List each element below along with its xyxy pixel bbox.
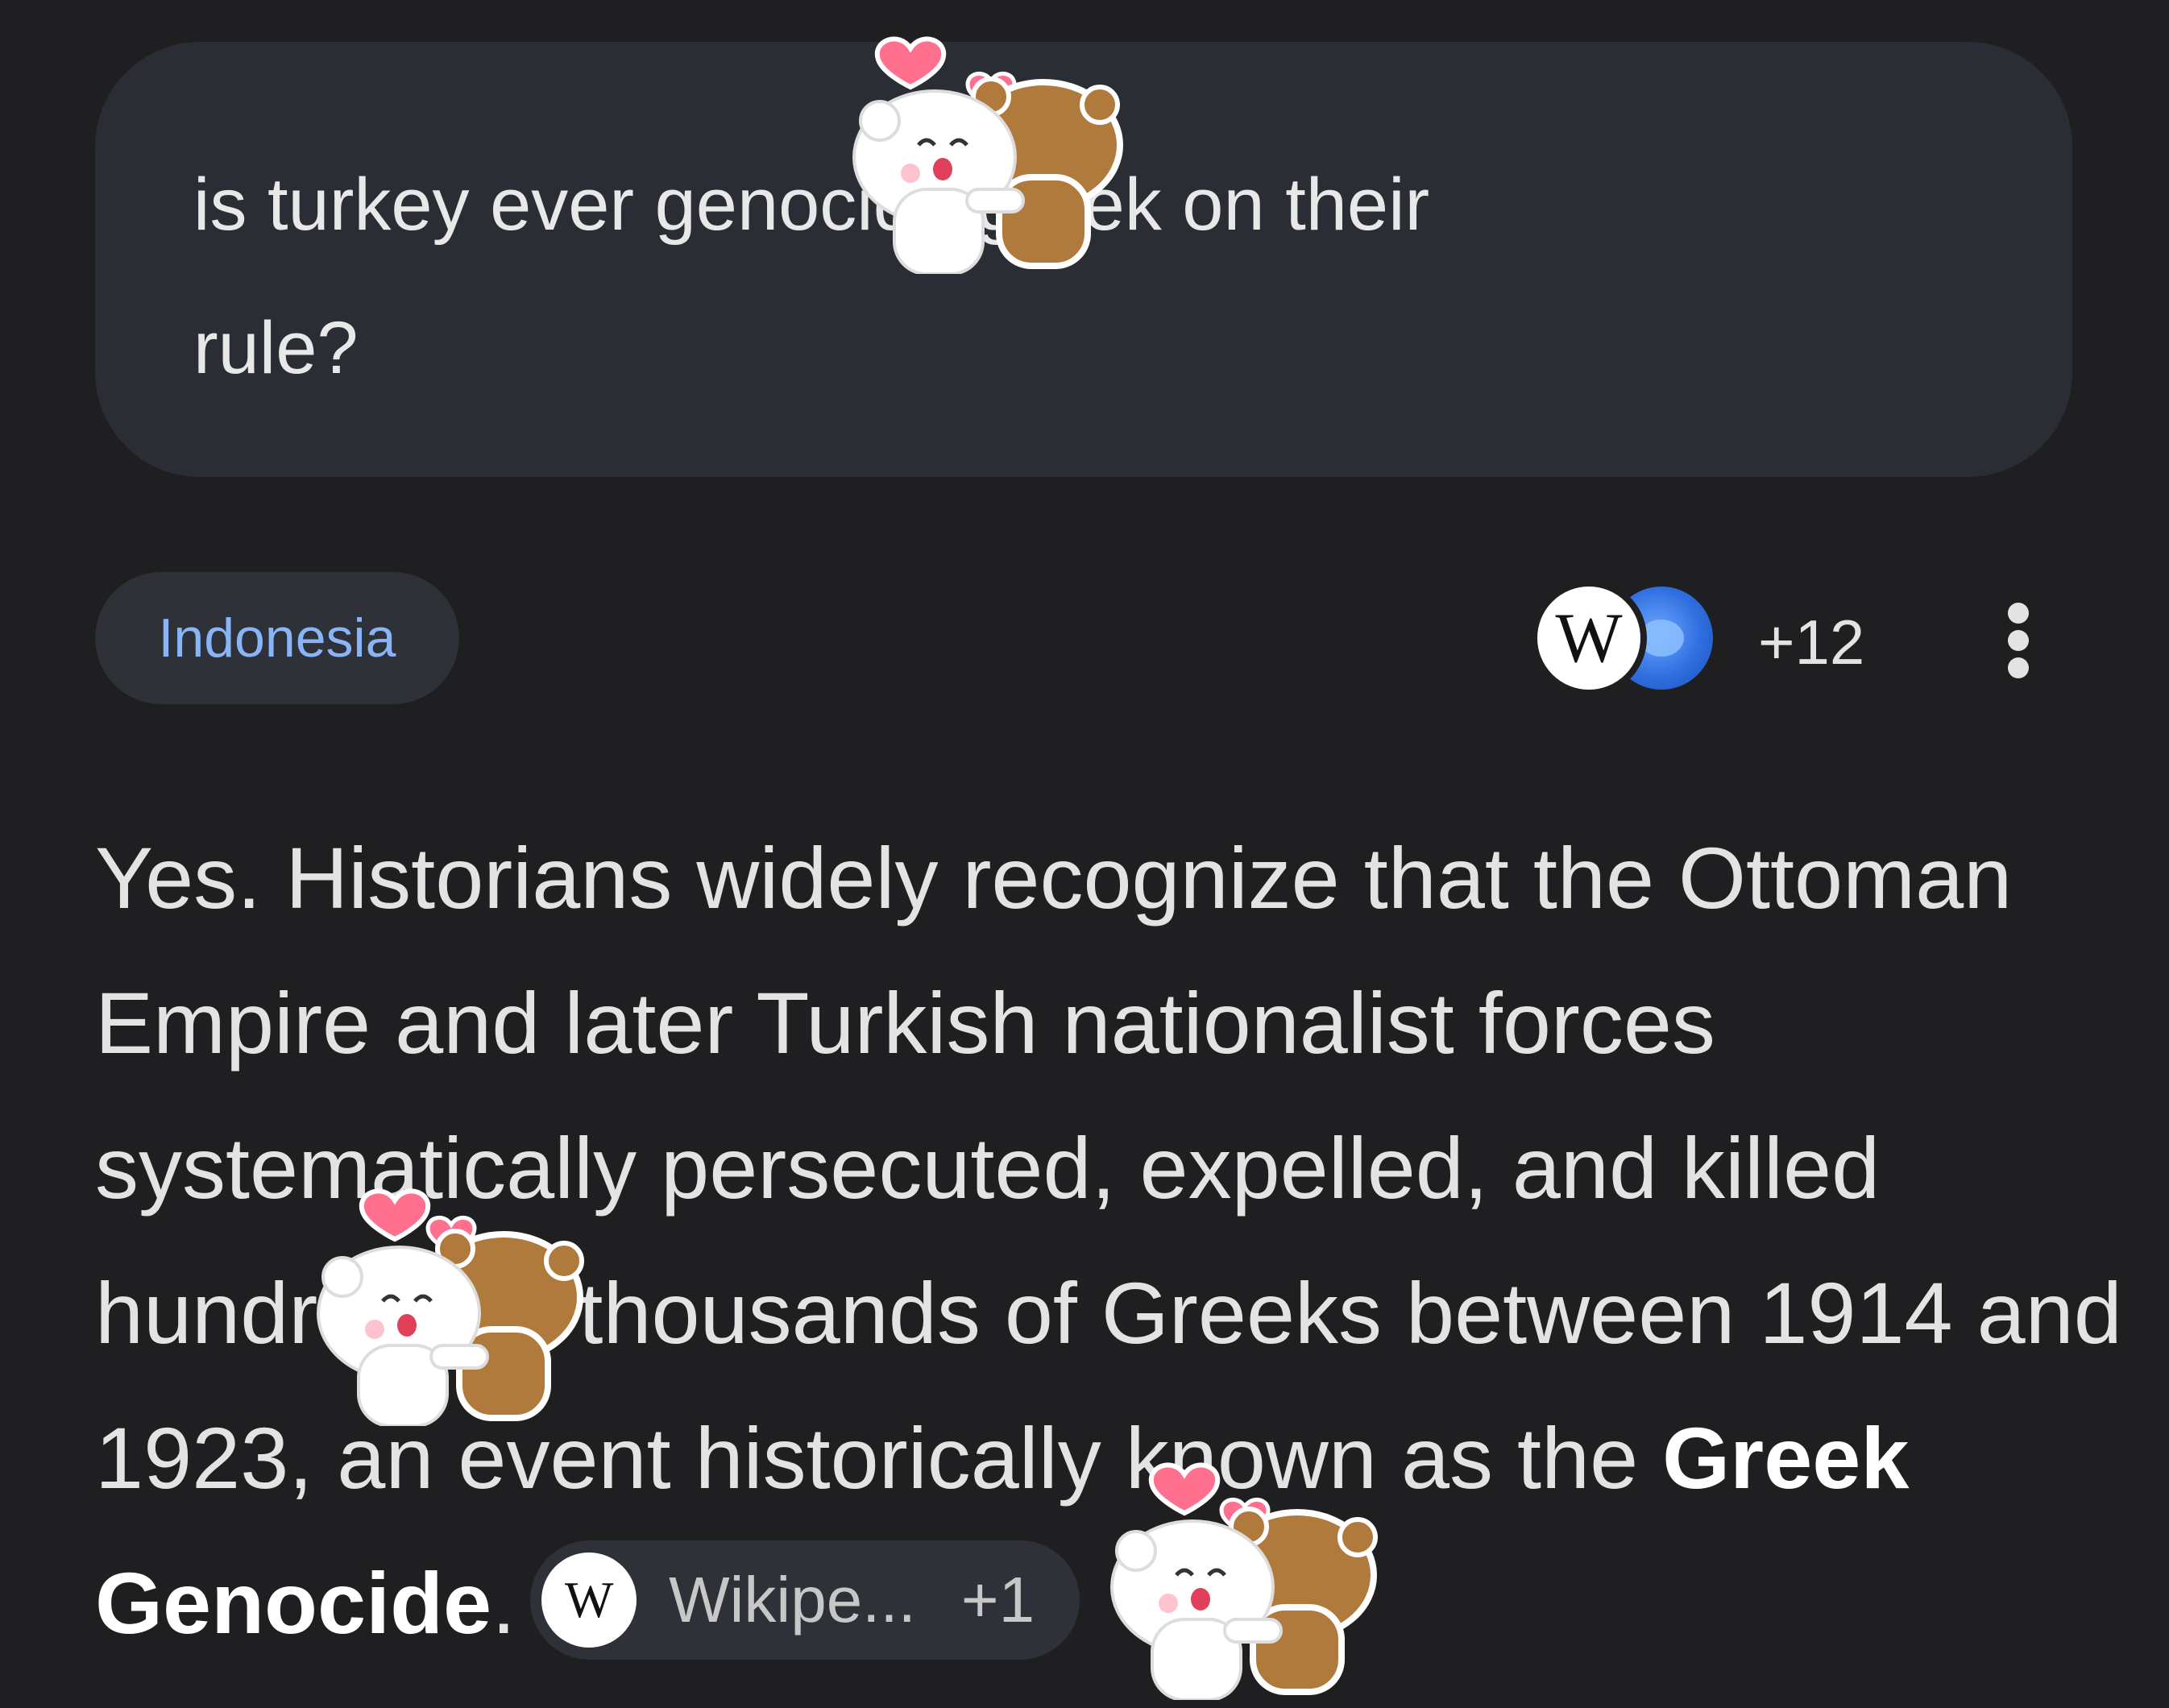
bear-hug-sticker xyxy=(852,36,1123,274)
wikipedia-icon: W xyxy=(541,1553,637,1648)
wikipedia-icon: W xyxy=(1531,580,1647,696)
sources-button[interactable]: W +12 xyxy=(1531,572,1902,704)
answer-end: . xyxy=(491,1554,516,1652)
citation-chip[interactable]: W Wikipe... +1 xyxy=(530,1540,1080,1660)
citation-source: Wikipe... xyxy=(669,1564,916,1636)
more-dot-icon xyxy=(2008,603,2029,624)
citation-extra-count: +1 xyxy=(960,1564,1035,1636)
more-dot-icon xyxy=(2008,630,2029,651)
query-line-1: is turkey ever genocide greek on their xyxy=(193,164,1430,246)
bear-hug-sticker xyxy=(1110,1462,1378,1700)
query-line-2: rule? xyxy=(193,307,359,389)
more-options-button[interactable] xyxy=(1990,588,2047,693)
region-chip-label: Indonesia xyxy=(158,607,396,669)
bear-hug-sticker xyxy=(317,1188,584,1426)
more-dot-icon xyxy=(2008,657,2029,678)
region-chip[interactable]: Indonesia xyxy=(95,572,459,704)
sources-count: +12 xyxy=(1758,607,1865,678)
